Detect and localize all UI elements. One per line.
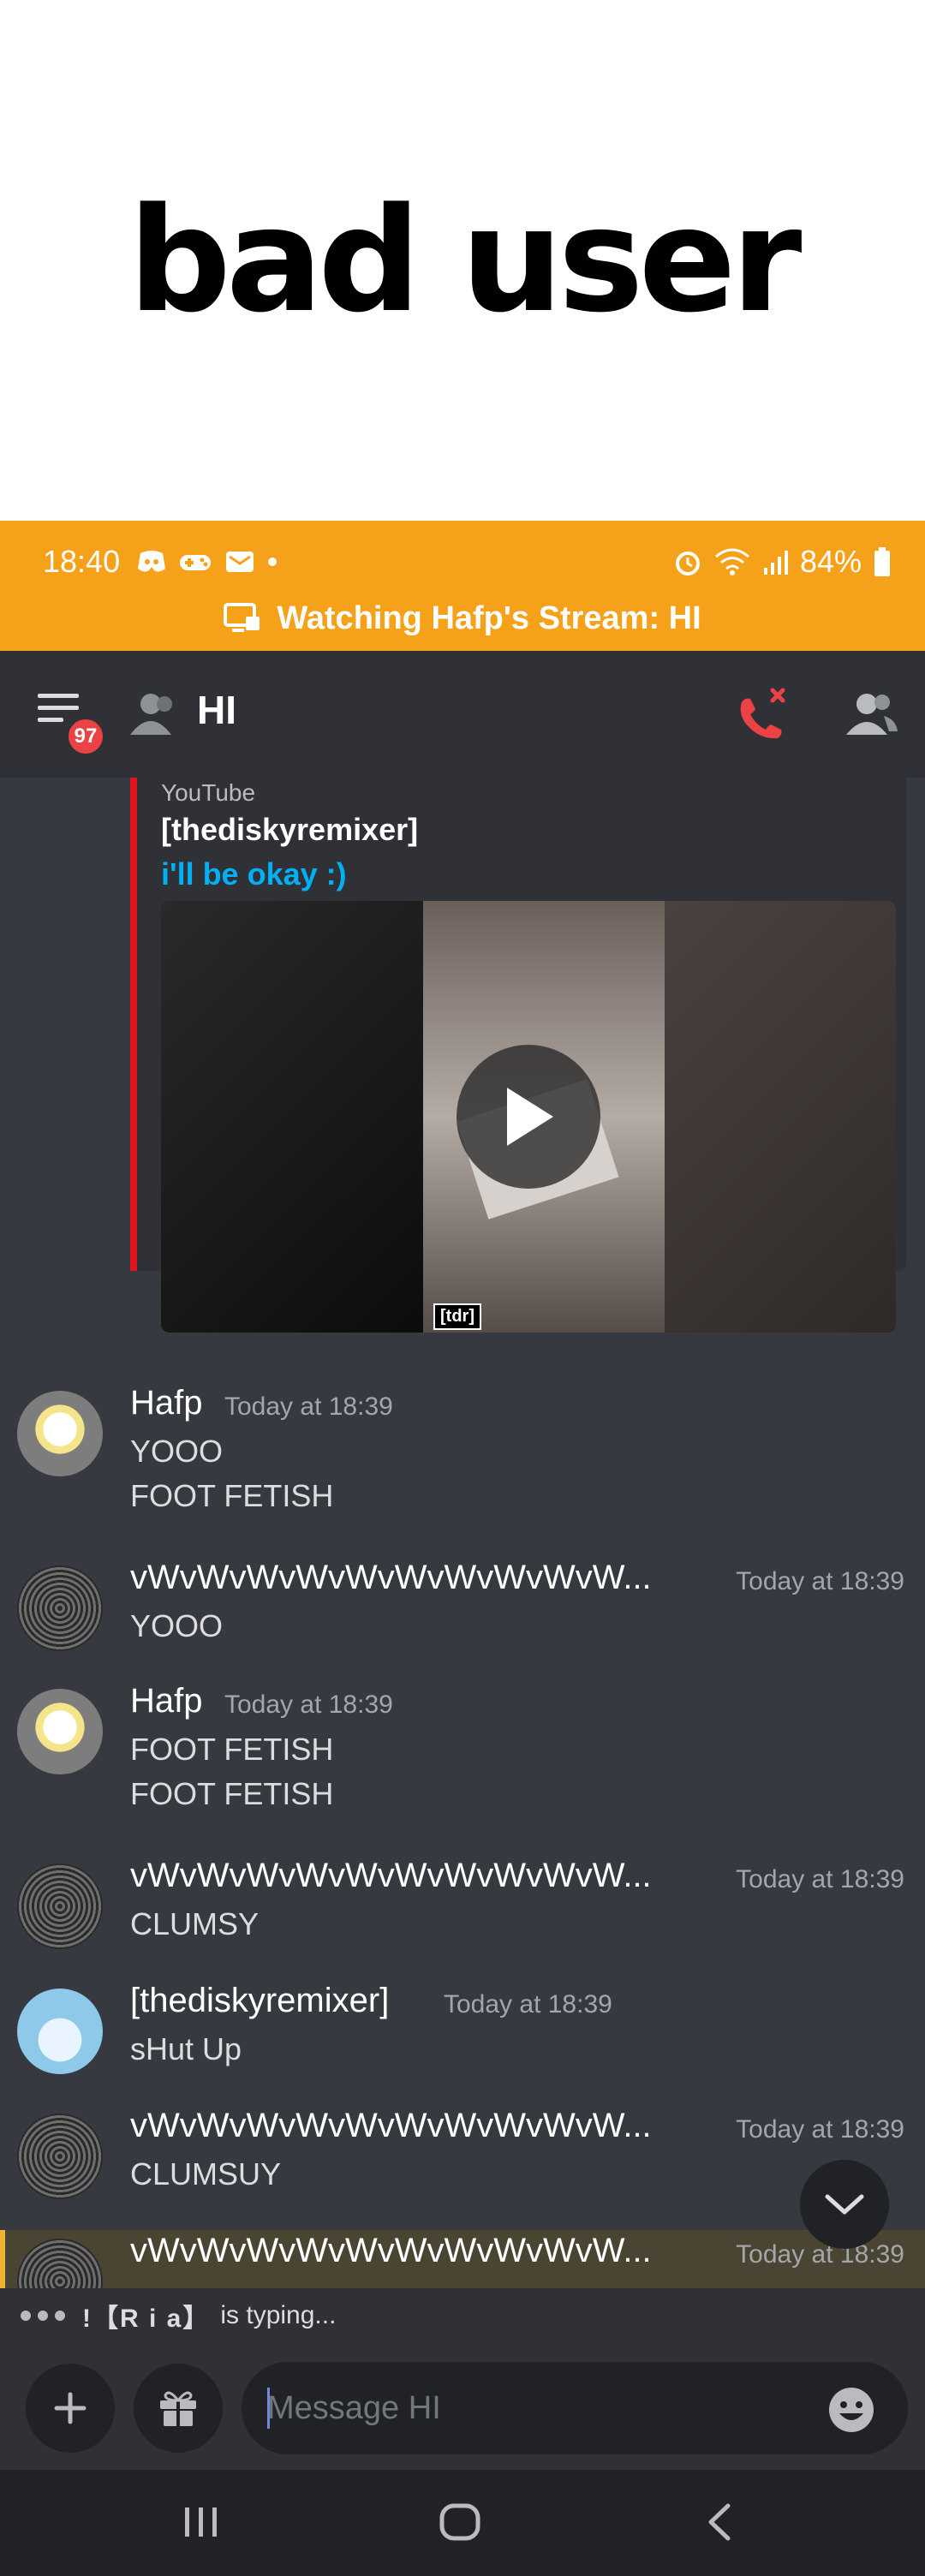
stream-banner[interactable]: Watching Hafp's Stream: HI [0, 593, 925, 644]
text-caret [267, 2388, 270, 2429]
message-timestamp: Today at 18:39 [224, 1690, 393, 1719]
play-button[interactable] [457, 1045, 600, 1189]
message-text: FOOT FETISH [130, 1776, 334, 1811]
video-watermark: [tdr] [433, 1303, 481, 1330]
back-icon [708, 2503, 731, 2541]
message-text: YOOO [130, 1608, 224, 1643]
youtube-embed: YouTube [thediskyremixer] i'll be okay :… [130, 778, 906, 1333]
leave-call-button[interactable] [733, 685, 795, 751]
status-time: 18:40 [43, 544, 121, 579]
avatar[interactable] [17, 2114, 103, 2199]
message-author[interactable]: vWvWvWvWvWvWvWvWvWvW... [130, 1857, 652, 1895]
gamepad-icon [180, 555, 212, 570]
message-timestamp: Today at 18:39 [736, 1865, 904, 1893]
message-author[interactable]: Hafp [130, 1682, 203, 1720]
message-timestamp: Today at 18:39 [736, 1567, 904, 1595]
message-text: FOOT FETISH [130, 1732, 334, 1767]
caption-text: bad user [128, 176, 803, 344]
avatar[interactable] [17, 1863, 103, 1949]
screen-share-icon [224, 603, 260, 632]
home-button[interactable] [439, 2501, 483, 2548]
message-list[interactable]: YouTube [thediskyremixer] i'll be okay :… [0, 778, 925, 2288]
message-input[interactable] [242, 2362, 908, 2454]
embed-author[interactable]: [thediskyremixer] [161, 812, 418, 848]
recent-apps-button[interactable] [180, 2501, 223, 2548]
members-button[interactable] [844, 690, 899, 742]
play-icon [507, 1088, 553, 1146]
message-text: YOOO [130, 1434, 224, 1469]
message-text: CLUMSY [130, 1906, 260, 1941]
typing-user: !【R i a】 [82, 2305, 211, 2333]
notification-icons [137, 549, 278, 575]
typing-dots-icon [21, 2311, 65, 2321]
avatar[interactable] [17, 1391, 103, 1476]
mail-icon [226, 552, 254, 572]
discord-icon [138, 551, 166, 572]
message-author[interactable]: [thediskyremixer] [130, 1982, 389, 2020]
video-frame-right [665, 901, 896, 1333]
avatar[interactable] [17, 1989, 103, 2074]
message-composer [0, 2343, 925, 2470]
system-icons: 84% [673, 544, 891, 580]
wifi-icon [714, 548, 749, 575]
typing-suffix: is typing... [220, 2301, 337, 2329]
message-text: sHut Up [130, 2031, 242, 2066]
message-author[interactable]: Hafp [130, 1384, 203, 1422]
video-frame-left [161, 901, 423, 1333]
message-timestamp: Today at 18:39 [736, 2240, 904, 2269]
embed-provider: YouTube [161, 779, 256, 806]
status-bar: 18:40 84% Watching Hafp's Stream: HI [0, 521, 925, 651]
avatar[interactable] [17, 1565, 103, 1651]
avatar[interactable] [17, 1689, 103, 1774]
message-timestamp: Today at 18:39 [444, 1990, 612, 2018]
signal-icon [763, 551, 788, 575]
chevron-down-icon [825, 2194, 864, 2215]
unread-badge: 97 [65, 716, 106, 757]
members-icon [846, 694, 898, 735]
message-timestamp: Today at 18:39 [224, 1392, 393, 1421]
dot-icon [268, 558, 278, 566]
plus-icon [54, 2392, 87, 2424]
recent-apps-icon [185, 2507, 217, 2537]
status-row: 18:40 84% [43, 538, 891, 586]
caption-banner: bad user [0, 0, 925, 521]
message-text: FOOT FETISH [130, 1478, 334, 1513]
emoji-button[interactable] [827, 2386, 875, 2438]
emoji-icon [829, 2388, 874, 2432]
channel-title: HI [197, 688, 236, 732]
alarm-icon [675, 552, 700, 575]
gift-button[interactable] [134, 2364, 223, 2453]
embed-title-link[interactable]: i'll be okay :) [161, 856, 347, 892]
message-author[interactable]: vWvWvWvWvWvWvWvWvWvW... [130, 2232, 652, 2270]
message-timestamp: Today at 18:39 [736, 2115, 904, 2144]
stream-banner-text: Watching Hafp's Stream: HI [277, 599, 701, 636]
back-button[interactable] [702, 2501, 737, 2548]
dm-person-icon [127, 692, 178, 741]
message-author[interactable]: vWvWvWvWvWvWvWvWvWvW... [130, 1559, 652, 1597]
typing-indicator: !【R i a】 is typing... [0, 2288, 925, 2343]
battery-icon [874, 547, 890, 576]
battery-percent: 84% [799, 544, 862, 579]
message-author[interactable]: vWvWvWvWvWvWvWvWvWvW... [130, 2107, 652, 2145]
app-bar: 97 HI [0, 651, 925, 778]
embed-video-thumbnail[interactable]: [tdr] [161, 901, 896, 1333]
jump-to-present-button[interactable] [800, 2160, 889, 2249]
phone-hangup-icon [740, 688, 785, 739]
gift-icon [160, 2391, 196, 2426]
attach-button[interactable] [26, 2364, 115, 2453]
system-nav-bar [0, 2470, 925, 2576]
home-icon [439, 2503, 480, 2541]
message-text: CLUMSUY [130, 2156, 282, 2191]
